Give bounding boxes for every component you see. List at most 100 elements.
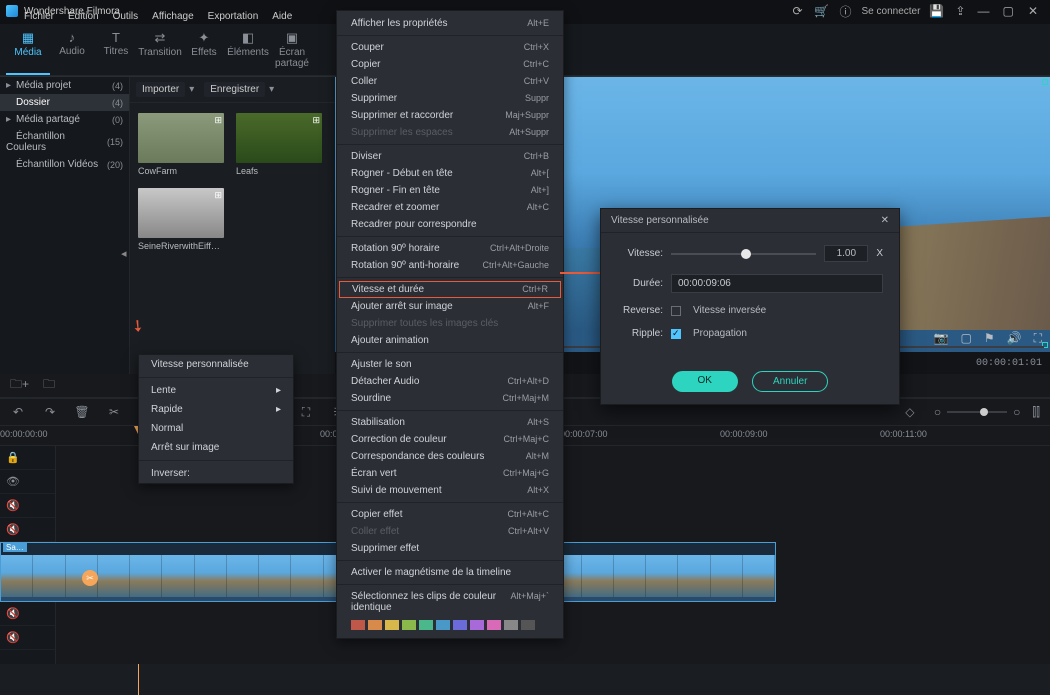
zoom-fit-icon[interactable]: ⫿⫿	[1032, 405, 1040, 420]
media-thumbnail[interactable]: ⊞Leafs	[236, 113, 322, 176]
volume-icon[interactable]: 🔊	[1007, 331, 1022, 346]
submenu-item[interactable]: Lente▸	[139, 381, 293, 400]
tab-audio[interactable]: ♪Audio	[50, 28, 94, 75]
context-menu-item[interactable]: Recadrer pour correspondre	[337, 216, 563, 233]
menu-affichage[interactable]: Affichage	[152, 11, 194, 22]
menu-aide[interactable]: Aide	[272, 11, 292, 22]
context-menu-item[interactable]: SourdineCtrl+Maj+M	[337, 390, 563, 407]
context-menu-item[interactable]: Rotation 90º horaireCtrl+Alt+Droite	[337, 240, 563, 257]
context-menu-item[interactable]: Ajouter arrêt sur imageAlt+F	[337, 298, 563, 315]
track-header[interactable]: 🔇	[0, 626, 55, 650]
duration-field[interactable]	[671, 274, 883, 293]
context-menu-item[interactable]: Suivi de mouvementAlt+X	[337, 482, 563, 499]
track-header[interactable]: 🔒	[0, 446, 55, 470]
reverse-checkbox[interactable]	[671, 306, 681, 316]
marker-icon[interactable]: ⚑	[984, 331, 995, 346]
submenu-item[interactable]: Arrêt sur image	[139, 438, 293, 457]
zoom-out-icon[interactable]: ○	[934, 405, 941, 419]
menu-édition[interactable]: Édition	[68, 11, 99, 22]
dialog-close-icon[interactable]: ✕	[881, 215, 889, 226]
toolbar-icon[interactable]: ↷	[42, 405, 58, 419]
export-icon[interactable]: ⇪	[952, 3, 968, 19]
tab-éléments[interactable]: ◧Éléments	[226, 28, 270, 75]
minimize-icon[interactable]: —	[972, 4, 994, 18]
collapse-icon[interactable]: ◂	[121, 247, 127, 260]
tab-transition[interactable]: ⇄Transition	[138, 28, 182, 75]
zoom-slider[interactable]: ○ ○ ⫿⫿	[934, 405, 1040, 420]
folder-icon[interactable]: 🗀	[43, 375, 55, 396]
context-menu-item[interactable]: StabilisationAlt+S	[337, 414, 563, 431]
context-menu-item[interactable]: Rogner - Début en têteAlt+[	[337, 165, 563, 182]
tab-écran partagé[interactable]: ▣Écran partagé	[270, 28, 314, 75]
toolbar-icon[interactable]: 🗑	[74, 405, 90, 419]
toolbar-icon[interactable]: ↶	[10, 405, 26, 419]
bell-icon[interactable]: ⓘ	[838, 3, 854, 19]
submenu-item[interactable]: Vitesse personnalisée	[139, 355, 293, 374]
context-menu-item[interactable]: CollerCtrl+V	[337, 73, 563, 90]
context-menu-item[interactable]: Recadrer et zoomerAlt+C	[337, 199, 563, 216]
signin-link[interactable]: Se connecter	[862, 3, 921, 19]
context-menu-item[interactable]: DiviserCtrl+B	[337, 148, 563, 165]
toolbar-icon[interactable]: ✂	[106, 405, 122, 419]
color-swatches[interactable]	[337, 616, 563, 634]
ripple-checkbox[interactable]	[671, 329, 681, 339]
context-menu-item[interactable]: Afficher les propriétésAlt+E	[337, 15, 563, 32]
context-menu-item[interactable]: Écran vertCtrl+Maj+G	[337, 465, 563, 482]
speed-value[interactable]: 1.00	[824, 245, 868, 262]
context-menu-item[interactable]: Ajouter animation	[337, 332, 563, 349]
toolbar-icon[interactable]: ⛶	[298, 405, 314, 420]
tree-item[interactable]: Échantillon Vidéos(20)	[0, 156, 129, 173]
cancel-button[interactable]: Annuler	[752, 371, 828, 392]
context-menu-item[interactable]: CopierCtrl+C	[337, 56, 563, 73]
tree-item[interactable]: Dossier(4)	[0, 94, 129, 111]
media-thumbnail[interactable]: ⊞SeineRiverwithEiffelTow…	[138, 188, 224, 251]
import-button[interactable]: Importer	[136, 82, 185, 97]
context-menu-item[interactable]: Activer le magnétisme de la timeline	[337, 564, 563, 581]
tree-item[interactable]: ▸Média partagé(0)	[0, 111, 129, 128]
submenu-item[interactable]: Rapide▸	[139, 400, 293, 419]
tab-titres[interactable]: TTitres	[94, 28, 138, 75]
zoom-in-icon[interactable]: ○	[1013, 405, 1020, 419]
save-icon[interactable]: 💾	[928, 3, 944, 19]
tree-item[interactable]: Échantillon Couleurs(15)	[0, 128, 129, 156]
context-menu-item[interactable]: Copier effetCtrl+Alt+C	[337, 506, 563, 523]
track-header[interactable]: 🔇	[0, 602, 55, 626]
context-menu-item[interactable]: Supprimer et raccorderMaj+Suppr	[337, 107, 563, 124]
media-thumbnail[interactable]: ⊞CowFarm	[138, 113, 224, 176]
track-header[interactable]: 👁	[0, 470, 55, 494]
menu-fichier[interactable]: Fichier	[24, 11, 54, 22]
context-menu-item[interactable]: Ajuster le son	[337, 356, 563, 373]
context-menu-item[interactable]: Correction de couleurCtrl+Maj+C	[337, 431, 563, 448]
context-menu-item[interactable]: SupprimerSuppr	[337, 90, 563, 107]
context-menu-item[interactable]: Rogner - Fin en têteAlt+]	[337, 182, 563, 199]
menu-exportation[interactable]: Exportation	[208, 11, 259, 22]
track-header[interactable]: 🔇	[0, 518, 55, 542]
ok-button[interactable]: OK	[672, 371, 738, 392]
tab-média[interactable]: ▦Média	[6, 28, 50, 75]
context-menu-item[interactable]: Correspondance des couleursAlt+M	[337, 448, 563, 465]
context-menu-item[interactable]: Vitesse et duréeCtrl+R	[339, 281, 561, 298]
tree-item[interactable]: ▸Média projet(4)	[0, 77, 129, 94]
split-marker-icon[interactable]: ✂	[82, 570, 98, 586]
context-menu-item[interactable]: Détacher AudioCtrl+Alt+D	[337, 373, 563, 390]
mark-icon[interactable]: ◇	[902, 405, 918, 419]
context-menu-item[interactable]: Supprimer effet	[337, 540, 563, 557]
refresh-icon[interactable]: ⟳	[790, 3, 806, 19]
fullscreen-icon[interactable]: ⛶	[1034, 331, 1042, 346]
submenu-item[interactable]: Normal	[139, 419, 293, 438]
speed-slider[interactable]	[671, 253, 816, 255]
context-menu-item[interactable]: CouperCtrl+X	[337, 39, 563, 56]
tab-effets[interactable]: ✦Effets	[182, 28, 226, 75]
context-menu-item[interactable]: Rotation 90º anti-horaireCtrl+Alt+Gauche	[337, 257, 563, 274]
quality-icon[interactable]: ▢	[961, 331, 972, 346]
menu-outils[interactable]: Outils	[113, 11, 139, 22]
maximize-icon[interactable]: ▢	[997, 4, 1019, 18]
cart-icon[interactable]: 🛒	[814, 3, 830, 19]
context-menu-item[interactable]: Sélectionnez les clips de couleur identi…	[337, 588, 563, 616]
track-header[interactable]: 🔇	[0, 494, 55, 518]
new-folder-icon[interactable]: 🗀+	[10, 375, 29, 396]
snapshot-icon[interactable]: 📷	[934, 331, 949, 346]
record-button[interactable]: Enregistrer	[204, 82, 265, 97]
close-icon[interactable]: ✕	[1022, 4, 1044, 18]
submenu-reverse[interactable]: Inverser:	[139, 464, 293, 483]
